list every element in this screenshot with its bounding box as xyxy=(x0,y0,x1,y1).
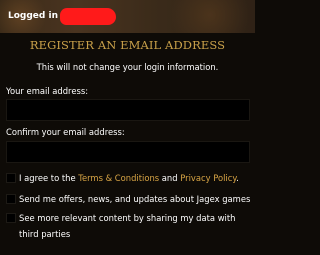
email-field[interactable] xyxy=(6,99,250,121)
header-banner: Logged in as: xyxy=(0,0,255,33)
offers-checkbox-row: Send me offers, news, and updates about … xyxy=(6,191,254,207)
page-title: REGISTER AN EMAIL ADDRESS xyxy=(29,38,226,52)
privacy-link[interactable]: Privacy Policy xyxy=(180,173,236,183)
sharing-text: See more relevant content by sharing my … xyxy=(19,213,236,239)
confirm-email-label: Confirm your email address: xyxy=(6,127,125,137)
terms-checkbox[interactable] xyxy=(6,173,16,183)
terms-text: I agree to the Terms & Conditions and Pr… xyxy=(19,170,251,186)
email-label: Your email address: xyxy=(6,86,89,96)
sharing-checkbox-row: See more relevant content by sharing my … xyxy=(6,210,254,242)
offers-checkbox[interactable] xyxy=(6,194,16,204)
sharing-checkbox[interactable] xyxy=(6,213,16,223)
redacted-username xyxy=(60,8,116,25)
confirm-email-field[interactable] xyxy=(6,141,250,163)
terms-checkbox-row: I agree to the Terms & Conditions and Pr… xyxy=(6,170,254,186)
banner-decoration xyxy=(160,0,255,33)
offers-text: Send me offers, news, and updates about … xyxy=(19,194,251,204)
terms-link[interactable]: Terms & Conditions xyxy=(78,173,159,183)
terms-suffix: . xyxy=(236,173,239,183)
terms-mid: and xyxy=(159,173,181,183)
terms-prefix: I agree to the xyxy=(19,173,79,183)
page-subtitle: This will not change your login informat… xyxy=(36,62,219,72)
